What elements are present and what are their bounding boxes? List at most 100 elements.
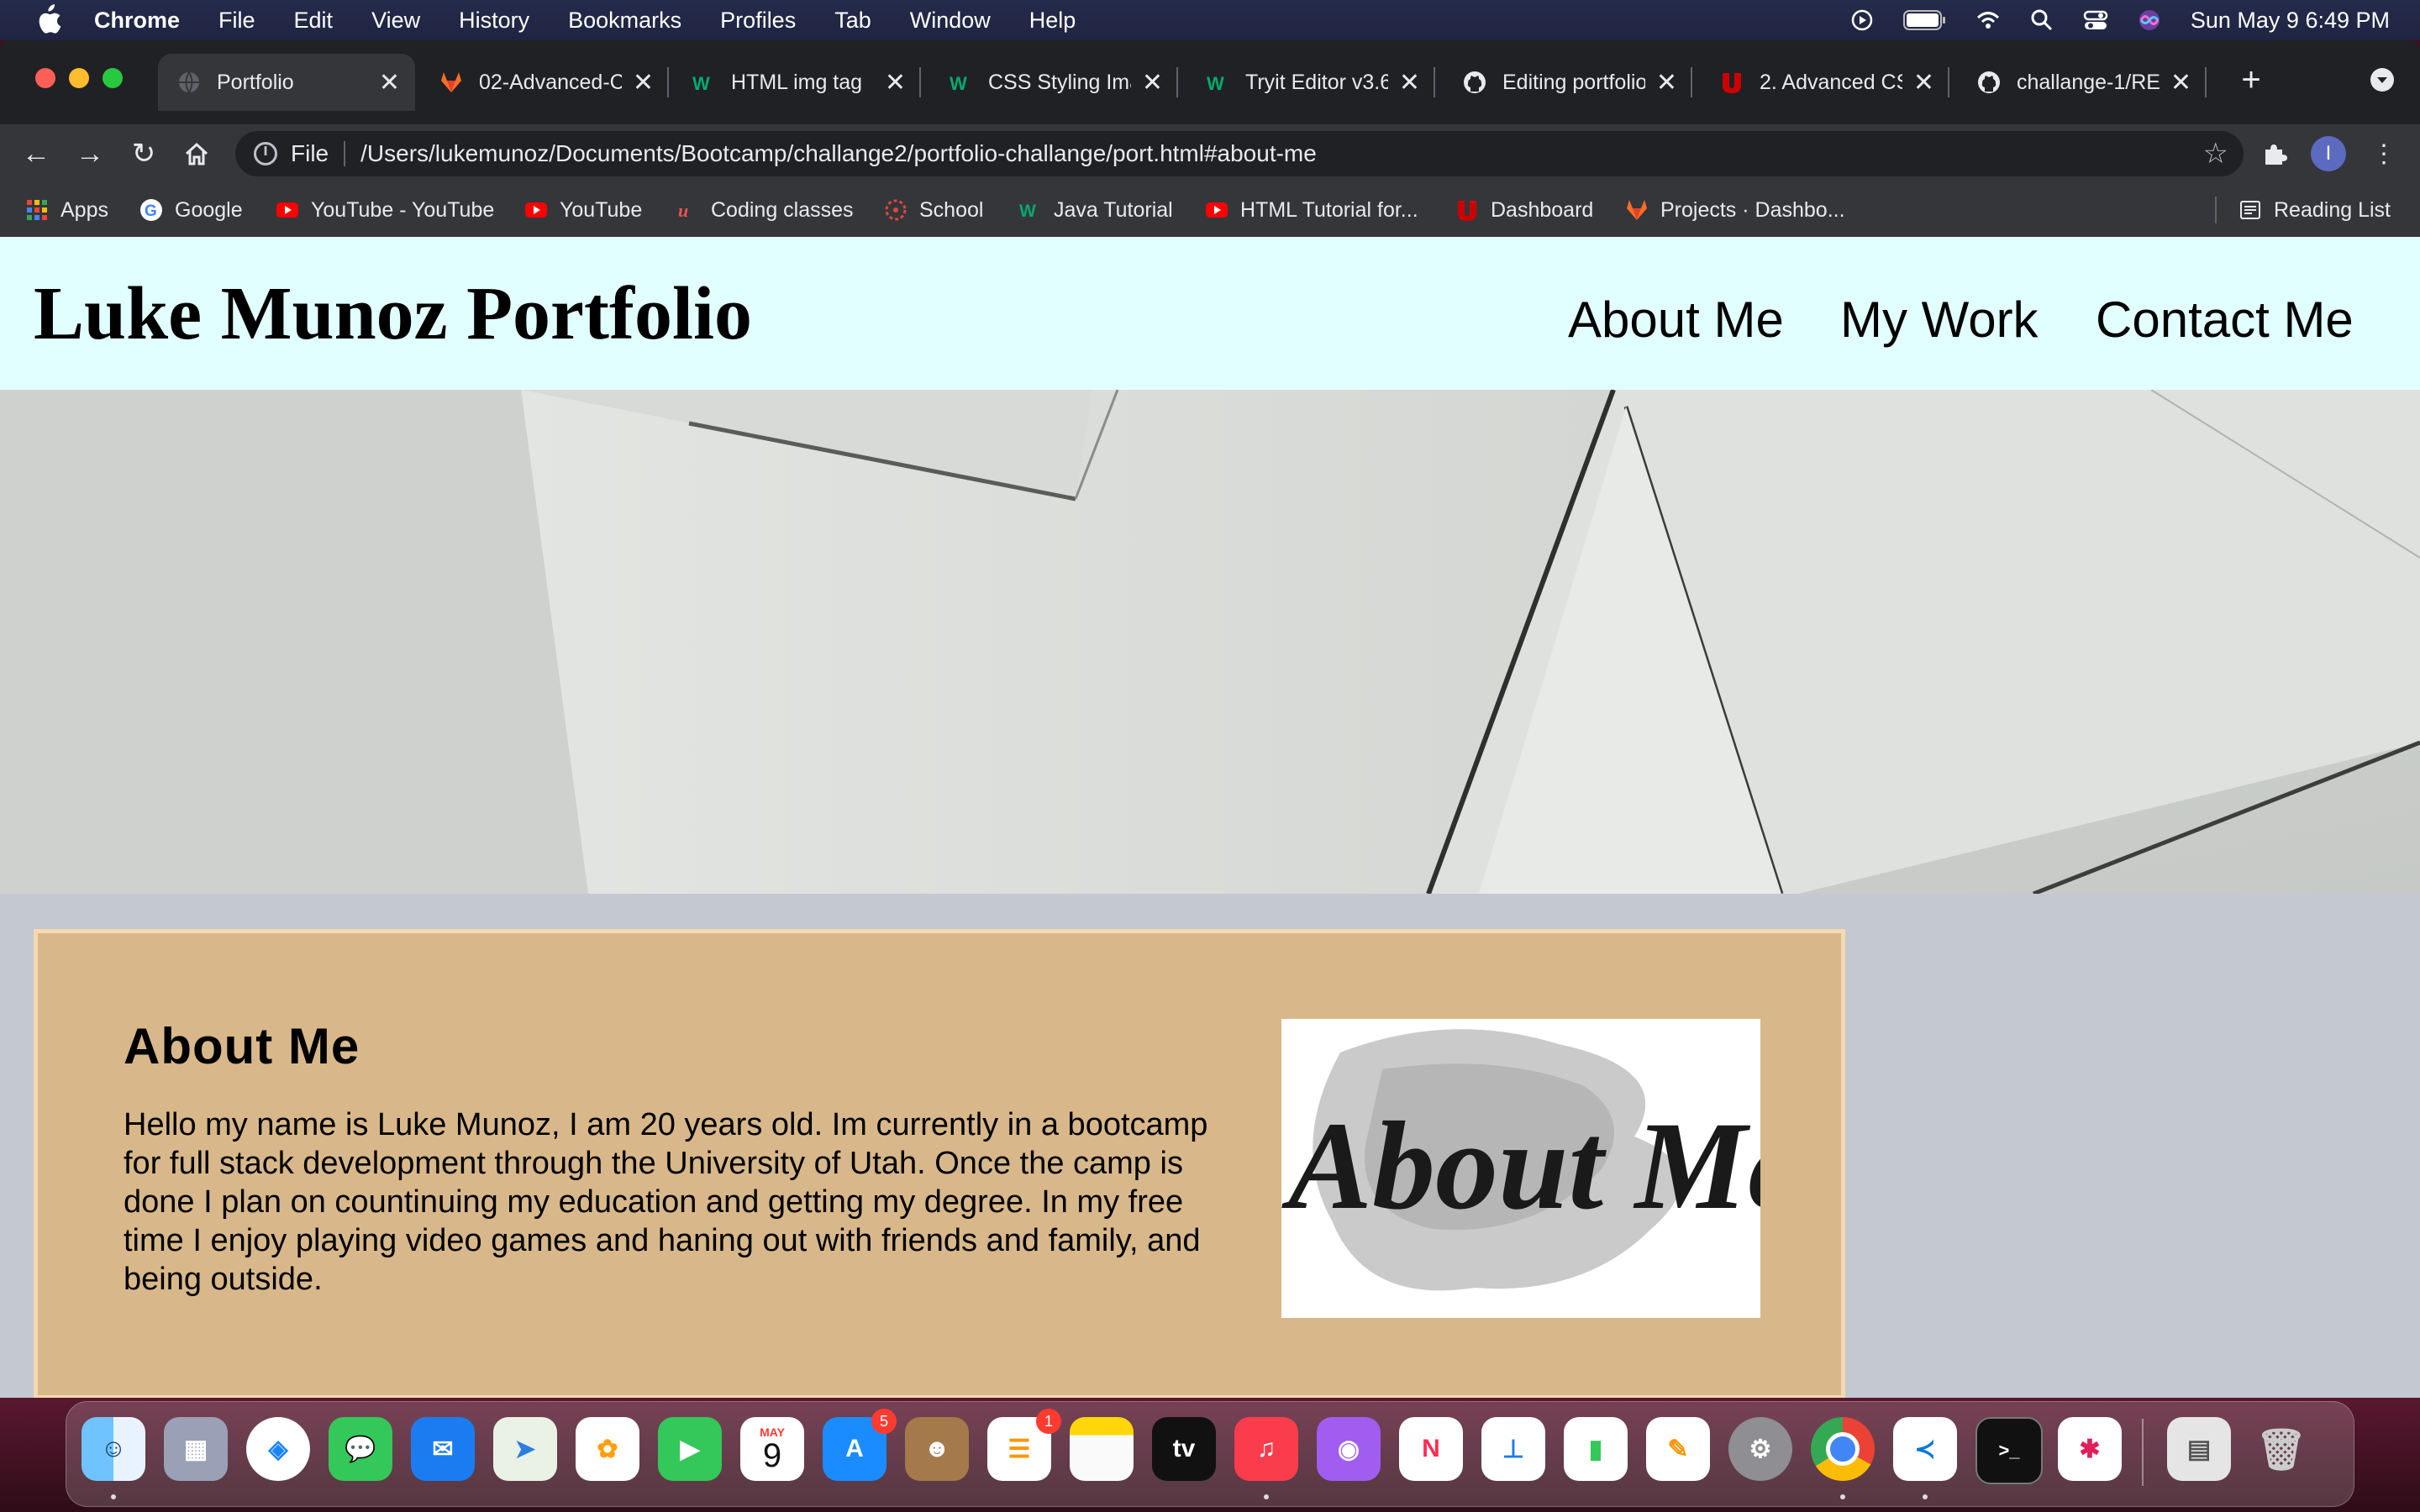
- menu-edit[interactable]: Edit: [294, 8, 334, 34]
- menu-profiles[interactable]: Profiles: [720, 8, 796, 34]
- tab-challange-readme[interactable]: challange-1/README ✕: [1958, 54, 2207, 111]
- forward-button[interactable]: →: [71, 134, 109, 173]
- battery-icon[interactable]: [1902, 8, 1947, 32]
- reading-list-label: Reading List: [2274, 197, 2391, 222]
- svg-text:W: W: [950, 73, 967, 94]
- tab-portfolio[interactable]: Portfolio ✕: [158, 54, 415, 111]
- tab-search-icon[interactable]: [2370, 67, 2395, 92]
- bookmark-youtube[interactable]: YouTube: [524, 183, 642, 237]
- bookmark-dashboard[interactable]: Dashboard: [1455, 183, 1593, 237]
- back-button[interactable]: ←: [17, 134, 55, 173]
- bookmark-star-icon[interactable]: ☆: [2203, 137, 2228, 171]
- photos-icon[interactable]: ✿: [576, 1417, 639, 1481]
- spotlight-search-icon[interactable]: [2029, 8, 2054, 33]
- bookmark-java-tutorial[interactable]: W Java Tutorial: [1018, 183, 1173, 237]
- extensions-icon[interactable]: [2260, 139, 2289, 168]
- utah-icon: [1723, 73, 1741, 93]
- bookmark-youtube-youtube[interactable]: YouTube - YouTube: [276, 183, 494, 237]
- menu-view[interactable]: View: [371, 8, 420, 34]
- close-tab-icon[interactable]: ✕: [1656, 68, 1677, 97]
- notes-icon[interactable]: [1070, 1417, 1134, 1481]
- vscode-icon[interactable]: ≺: [1893, 1417, 1957, 1481]
- close-tab-icon[interactable]: ✕: [633, 68, 654, 97]
- reading-list-button[interactable]: Reading List: [2238, 183, 2391, 237]
- tab-tryit-editor[interactable]: W Tryit Editor v3.6 ✕: [1186, 54, 1435, 111]
- finder-icon[interactable]: ☺: [82, 1417, 145, 1481]
- bookmark-coding-classes[interactable]: u Coding classes: [676, 183, 854, 237]
- chrome-menu-button[interactable]: ⋮: [2365, 134, 2403, 173]
- address-divider: [344, 141, 346, 166]
- safari-icon[interactable]: ◈: [246, 1417, 310, 1481]
- close-tab-icon[interactable]: ✕: [379, 68, 400, 97]
- close-tab-icon[interactable]: ✕: [1142, 68, 1163, 97]
- bookmark-google[interactable]: G Google: [139, 183, 243, 237]
- menu-window[interactable]: Window: [910, 8, 991, 34]
- slack-icon[interactable]: ✱: [2058, 1417, 2122, 1481]
- menu-clock[interactable]: Sun May 9 6:49 PM: [2191, 8, 2390, 34]
- bookmark-apps[interactable]: Apps: [25, 183, 108, 237]
- calendar-icon[interactable]: MAY 9: [740, 1417, 804, 1481]
- wifi-icon[interactable]: [1975, 8, 2001, 33]
- about-paragraph: Hello my name is Luke Munoz, I am 20 yea…: [124, 1107, 1208, 1297]
- minimize-window-button[interactable]: [69, 68, 89, 88]
- apple-tv-icon[interactable]: tv: [1152, 1417, 1216, 1481]
- bookmarks-divider: [2215, 197, 2217, 223]
- numbers-icon[interactable]: ▮: [1564, 1417, 1628, 1481]
- control-center-icon[interactable]: [2083, 8, 2108, 33]
- menu-history[interactable]: History: [459, 8, 529, 34]
- tab-separator: [919, 67, 921, 97]
- contacts-icon[interactable]: ☻: [905, 1417, 969, 1481]
- menu-help[interactable]: Help: [1029, 8, 1076, 34]
- music-icon[interactable]: ♫: [1234, 1417, 1298, 1481]
- tab-css-styling-images[interactable]: W CSS Styling Images ✕: [929, 54, 1178, 111]
- bookmark-html-tutorial[interactable]: HTML Tutorial for...: [1205, 183, 1418, 237]
- menu-file[interactable]: File: [218, 8, 255, 34]
- profile-avatar[interactable]: I: [2311, 136, 2346, 171]
- news-icon[interactable]: N: [1399, 1417, 1463, 1481]
- close-tab-icon[interactable]: ✕: [1913, 68, 1934, 97]
- bookmark-school[interactable]: School: [884, 183, 983, 237]
- nav-about-me-link[interactable]: About Me: [1568, 291, 1784, 349]
- menu-tab[interactable]: Tab: [834, 8, 871, 34]
- facetime-icon[interactable]: ▶: [658, 1417, 722, 1481]
- tab-html-img[interactable]: W HTML img tag ✕: [672, 54, 921, 111]
- screen-recording-icon[interactable]: [1849, 8, 1875, 33]
- terminal-icon[interactable]: >_: [1975, 1417, 2043, 1484]
- tab-editing-portfolio[interactable]: Editing portfolio ✕: [1444, 54, 1692, 111]
- reload-button[interactable]: ↻: [124, 134, 163, 173]
- tab-advanced-css-canvas[interactable]: 2. Advanced CSS ✕: [1701, 54, 1949, 111]
- keynote-icon[interactable]: ⊥: [1481, 1417, 1545, 1481]
- pages-icon[interactable]: ✎: [1646, 1417, 1710, 1481]
- menu-app-name[interactable]: Chrome: [94, 8, 180, 34]
- nav-contact-me-link[interactable]: Contact Me: [2096, 291, 2354, 349]
- launchpad-icon[interactable]: ▦: [164, 1417, 228, 1481]
- tab-title: challange-1/README: [2017, 70, 2160, 94]
- site-info-icon[interactable]: [254, 141, 277, 165]
- dock: ☺ ▦ ◈ 💬 ✉ ➤ ✿ ▶ MAY 9 A 5 ☻ ☰ 1 tv ♫ ◉ N…: [66, 1401, 2354, 1507]
- messages-icon[interactable]: 💬: [329, 1417, 392, 1481]
- mail-icon[interactable]: ✉: [411, 1417, 475, 1481]
- address-bar[interactable]: File /Users/lukemunoz/Documents/Bootcamp…: [235, 131, 2244, 176]
- podcasts-icon[interactable]: ◉: [1317, 1417, 1381, 1481]
- close-window-button[interactable]: [35, 68, 55, 88]
- apple-icon[interactable]: [34, 4, 62, 36]
- tab-advanced-css[interactable]: 02-Advanced-CSS ✕: [420, 54, 669, 111]
- close-tab-icon[interactable]: ✕: [885, 68, 906, 97]
- home-icon[interactable]: [183, 141, 210, 166]
- youtube-icon: [525, 202, 547, 218]
- bookmark-projects[interactable]: Projects · Dashbo...: [1625, 183, 1845, 237]
- bookmark-label: YouTube - YouTube: [311, 197, 495, 222]
- chrome-icon[interactable]: [1811, 1417, 1875, 1481]
- siri-icon[interactable]: [2137, 8, 2162, 33]
- zoom-window-button[interactable]: [103, 68, 123, 88]
- nav-my-work-link[interactable]: My Work: [1840, 291, 2039, 349]
- trash-icon[interactable]: 🗑: [2249, 1417, 2313, 1481]
- close-tab-icon[interactable]: ✕: [1399, 68, 1420, 97]
- maps-icon[interactable]: ➤: [493, 1417, 557, 1481]
- system-preferences-icon[interactable]: ⚙: [1728, 1417, 1792, 1481]
- close-tab-icon[interactable]: ✕: [2170, 68, 2191, 97]
- address-url[interactable]: /Users/lukemunoz/Documents/Bootcamp/chal…: [360, 140, 1317, 167]
- new-tab-button[interactable]: +: [2232, 60, 2270, 99]
- documents-stack-icon[interactable]: ▤: [2167, 1417, 2231, 1481]
- menu-bookmarks[interactable]: Bookmarks: [568, 8, 681, 34]
